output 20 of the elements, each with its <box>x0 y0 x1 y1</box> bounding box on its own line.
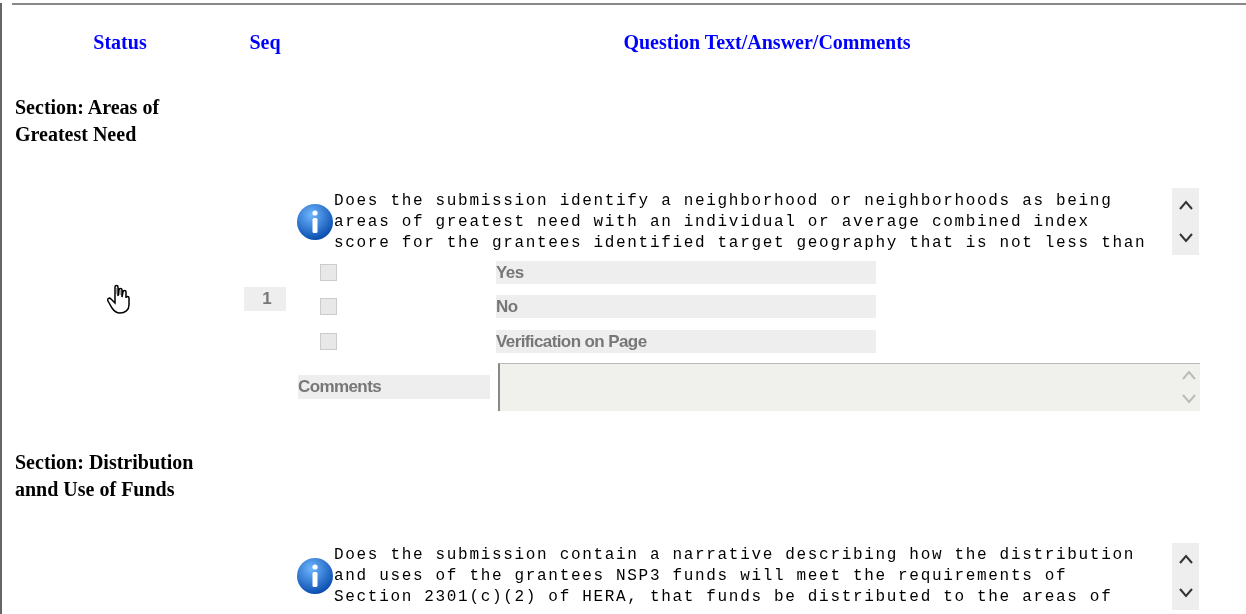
question-text: Does the submission contain a narrative describing how the distribution and uses of the grantees NSP3 funds will meet the requirements of Section 2301(c)(2) of HERA, that funds be distributed to the areas of <box>334 545 1136 608</box>
info-icon[interactable] <box>296 557 334 595</box>
column-header: Status <box>93 31 147 53</box>
scrollbar[interactable] <box>1172 542 1199 610</box>
scrollbar[interactable] <box>1172 188 1199 255</box>
scroll-down-icon[interactable] <box>1177 587 1194 598</box>
scroll-down-icon[interactable] <box>1177 233 1194 244</box>
scroll-up-icon[interactable] <box>1177 554 1194 565</box>
comments-label: Comments <box>298 374 490 399</box>
option-label: No <box>496 295 876 319</box>
sequence-field: 1 <box>244 287 286 312</box>
column-header: Seq <box>249 31 281 53</box>
option-label: Yes <box>496 260 876 284</box>
scroll-up-icon[interactable] <box>1177 199 1194 210</box>
section-title: Section: Distribution annd Use of Funds <box>14 449 195 502</box>
info-icon[interactable] <box>296 202 334 241</box>
option-label: Verification on Page <box>496 329 876 353</box>
column-header: Question Text/Answer/Comments <box>622 30 912 55</box>
question-text: Does the submission identify a neighborhood or neighborhoods as being areas of greatest need with an individual or average combined index score for the grantees identified target geography that is not less than <box>334 190 1148 254</box>
section-title: Section: Areas of Greatest Need <box>14 95 161 147</box>
